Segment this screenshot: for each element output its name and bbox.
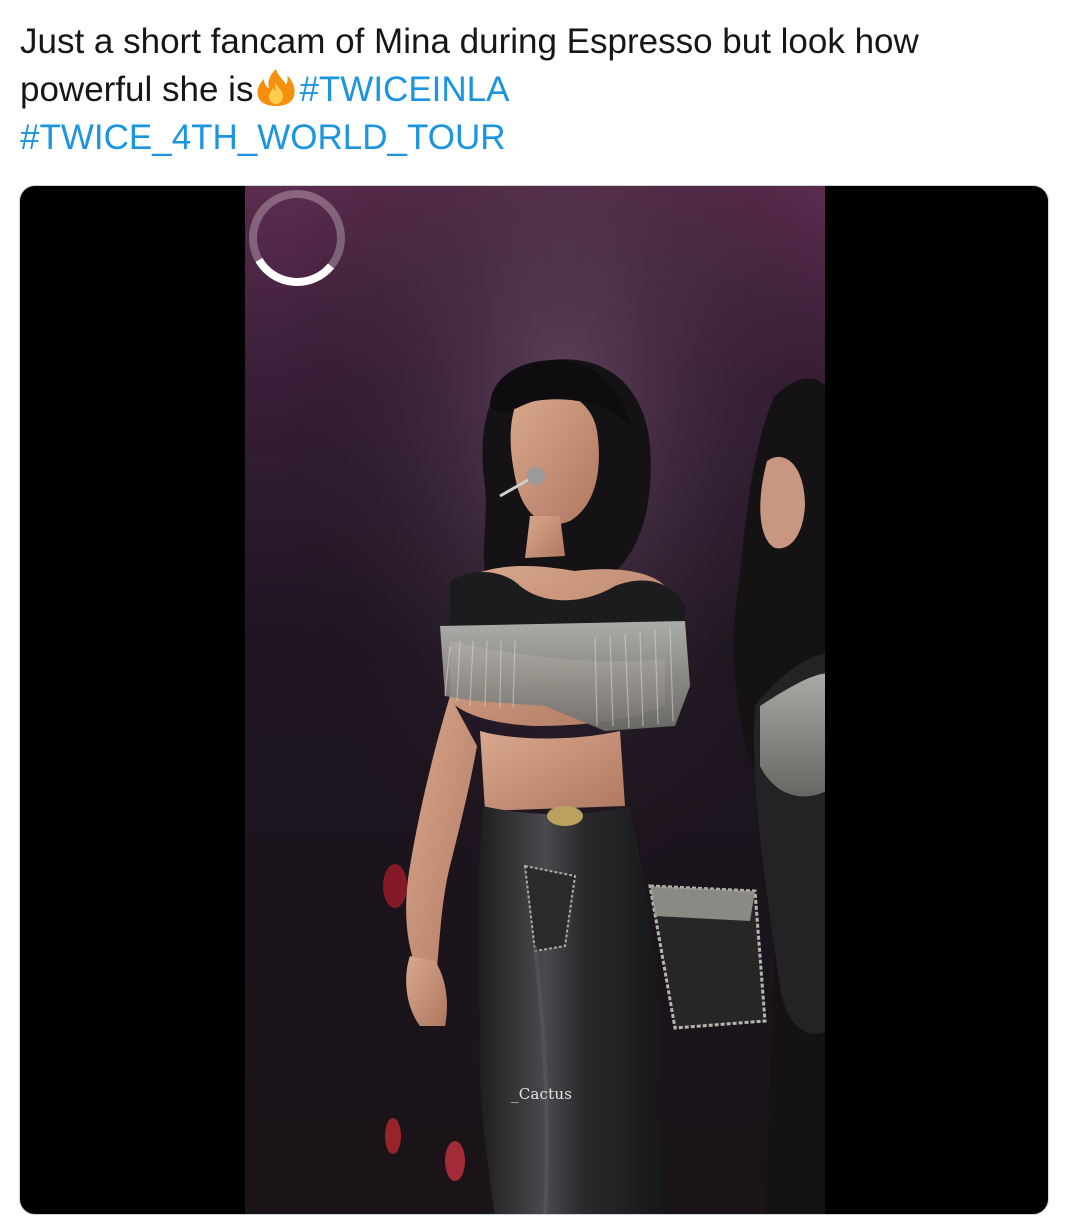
tweet-text-line1: Just a short fancam of Mina during Espre… bbox=[20, 22, 919, 61]
tweet-text-line3: #TWICE_4TH_WORLD_TOUR bbox=[20, 114, 1050, 162]
video-frame[interactable]: _Cactus bbox=[245, 186, 825, 1214]
spinner-icon bbox=[249, 190, 345, 286]
fire-icon bbox=[254, 67, 298, 107]
video-still-image bbox=[245, 186, 825, 1214]
video-watermark: _Cactus bbox=[511, 1085, 573, 1103]
media-card[interactable]: _Cactus bbox=[19, 185, 1049, 1215]
tweet-text: Just a short fancam of Mina during Espre… bbox=[20, 18, 1050, 162]
hashtag-twiceinla[interactable]: #TWICEINLA bbox=[299, 70, 509, 109]
hashtag-twice-4th-world-tour[interactable]: #TWICE_4TH_WORLD_TOUR bbox=[20, 118, 506, 157]
tweet-text-line2-prefix: powerful she is bbox=[20, 70, 254, 109]
tweet-text-line2: powerful she is #TWICEINLA bbox=[20, 66, 1050, 114]
